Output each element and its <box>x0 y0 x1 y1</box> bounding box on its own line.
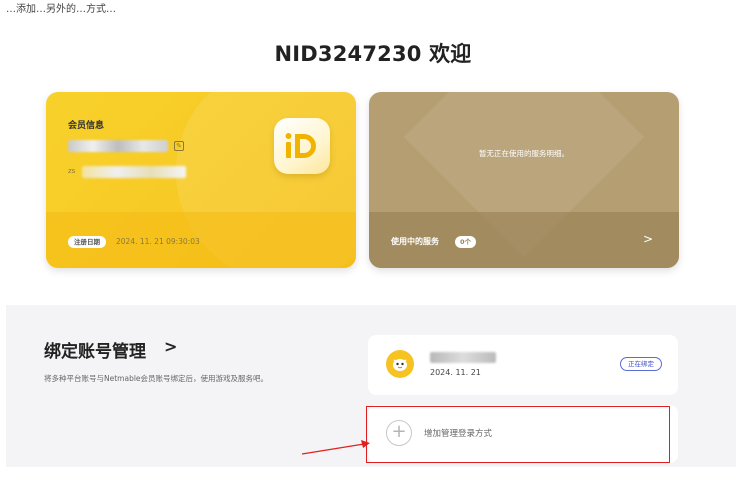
services-card[interactable]: 暂无正在使用的服务明细。 使用中的服务 0个 > <box>369 92 679 268</box>
status-badge: 正在绑定 <box>620 357 662 371</box>
top-caption: …添加…另外的…方式… <box>6 4 116 15</box>
services-empty-message: 暂无正在使用的服务明细。 <box>479 149 569 158</box>
welcome-title: NID3247230 欢迎 <box>274 42 472 66</box>
annotation-arrow-icon <box>301 440 370 455</box>
linked-account-title[interactable]: 绑定账号管理 <box>44 337 146 362</box>
linked-account-item[interactable]: 2024. 11. 21 正在绑定 <box>368 335 678 395</box>
linked-date: 2024. 11. 21 <box>430 368 481 377</box>
email-prefix: zs <box>68 167 76 175</box>
blurred-member-email <box>82 166 186 178</box>
avatar <box>386 350 414 378</box>
mascot-icon <box>393 359 407 371</box>
member-info-card[interactable]: 会员信息 ✎ zs 注册日期 2024. 11. 21 09:30:03 <box>46 92 356 268</box>
highlight-box <box>366 406 670 463</box>
reg-date-label: 注册日期 <box>68 236 106 248</box>
blurred-account-name <box>430 352 496 363</box>
linked-account-description: 将多种平台账号与Netmable会员账号绑定后，使用游戏及服务吧。 <box>44 374 269 383</box>
reg-date-value: 2024. 11. 21 09:30:03 <box>116 237 200 246</box>
edit-icon[interactable]: ✎ <box>174 141 184 151</box>
in-use-services-label: 使用中的服务 <box>391 237 439 246</box>
id-logo-glyph <box>285 133 316 158</box>
id-logo-icon <box>274 118 330 174</box>
chevron-right-icon[interactable]: > <box>643 232 653 246</box>
services-count-badge: 0个 <box>455 236 477 248</box>
member-info-title: 会员信息 <box>68 121 105 131</box>
blurred-member-name <box>68 140 168 152</box>
chevron-right-icon[interactable]: > <box>164 337 177 356</box>
